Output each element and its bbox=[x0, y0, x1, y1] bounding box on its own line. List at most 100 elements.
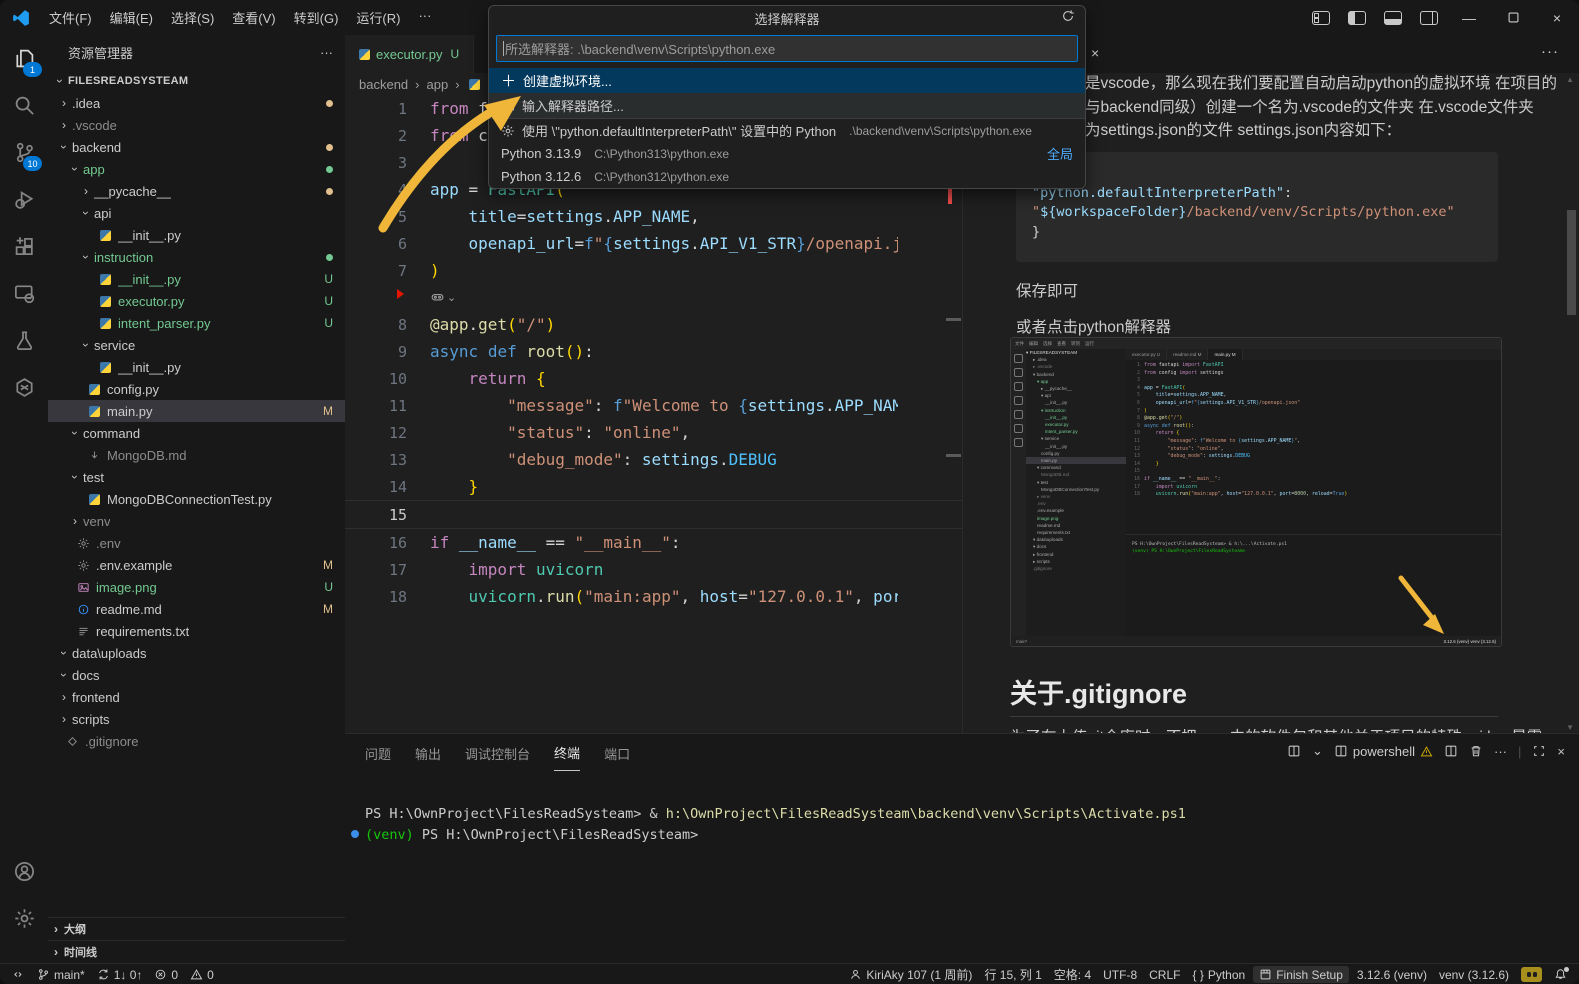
scrollbar-dash[interactable] bbox=[946, 318, 961, 321]
tree-item-service[interactable]: ›service bbox=[48, 334, 345, 356]
status-warning-0[interactable]: 0 bbox=[184, 964, 220, 984]
refresh-icon[interactable] bbox=[1061, 9, 1075, 23]
quick-pick-item-4[interactable]: Python 3.12.6C:\Python312\python.exe bbox=[489, 165, 1085, 188]
tree-item-.vscode[interactable]: ›.vscode bbox=[48, 114, 345, 136]
tree-item-image.png[interactable]: image.pngU bbox=[48, 576, 345, 598]
panel-tab-调试控制台[interactable]: 调试控制台 bbox=[465, 736, 530, 771]
status-item-4[interactable]: 空格: 4 bbox=[1048, 964, 1097, 984]
status-bell-[interactable] bbox=[1548, 964, 1573, 984]
tree-item-test[interactable]: ›test bbox=[48, 466, 345, 488]
tree-item-__pycache__[interactable]: ›__pycache__ bbox=[48, 180, 345, 202]
status-item-venv3126[interactable]: venv (3.12.6) bbox=[1433, 964, 1515, 984]
menu-选择(S)[interactable]: 选择(S) bbox=[162, 4, 223, 31]
tree-item-.env.example[interactable]: .env.exampleM bbox=[48, 554, 345, 576]
activity-run-debug-icon[interactable] bbox=[0, 176, 48, 223]
status-remote-[interactable] bbox=[6, 964, 31, 984]
tree-item-.idea[interactable]: ›.idea bbox=[48, 92, 345, 114]
kill-terminal-icon[interactable] bbox=[1469, 744, 1483, 758]
tree-root[interactable]: ›FILESREADSYSTEAM bbox=[48, 70, 345, 92]
tree-item-executor.py[interactable]: executor.pyU bbox=[48, 290, 345, 312]
customize-layout-icon[interactable] bbox=[1312, 11, 1330, 25]
split-terminal-icon[interactable] bbox=[1444, 744, 1458, 758]
tree-item-.env[interactable]: .env bbox=[48, 532, 345, 554]
activity-explorer-icon[interactable]: 1 bbox=[0, 35, 48, 82]
global-link[interactable]: 全局 bbox=[1047, 144, 1073, 163]
maximize-button[interactable] bbox=[1491, 0, 1535, 35]
explorer-more-icon[interactable]: ··· bbox=[320, 45, 333, 60]
minimize-button[interactable]: — bbox=[1447, 0, 1491, 35]
activity-source-control-icon[interactable]: 10 bbox=[0, 129, 48, 176]
quick-pick-item-2[interactable]: 使用 \"python.defaultInterpreterPath\" 设置中… bbox=[489, 118, 1085, 142]
chevron-down-icon[interactable]: ⌄ bbox=[1312, 743, 1323, 759]
tree-item-main.py[interactable]: main.pyM bbox=[48, 400, 345, 422]
status-person-KiriAky1071[interactable]: KiriAky 107 (1 周前) bbox=[843, 964, 978, 984]
activity-tools-icon[interactable] bbox=[0, 364, 48, 411]
status-item-CRLF[interactable]: CRLF bbox=[1143, 964, 1186, 984]
tree-item-backend[interactable]: ›backend bbox=[48, 136, 345, 158]
activity-account-icon[interactable] bbox=[0, 848, 48, 895]
quick-pick-item-1[interactable]: 输入解释器路径... bbox=[489, 93, 1085, 118]
copilot-codelens[interactable]: ⌄ bbox=[407, 290, 456, 305]
panel-tab-输出[interactable]: 输出 bbox=[415, 736, 441, 771]
status-copilot-[interactable] bbox=[1515, 964, 1548, 984]
activity-settings-icon[interactable] bbox=[0, 895, 48, 942]
preview-tab-close-icon[interactable]: × bbox=[1091, 45, 1099, 61]
preview-more-icon[interactable]: ··· bbox=[1541, 43, 1559, 60]
tree-item-intent_parser.py[interactable]: intent_parser.pyU bbox=[48, 312, 345, 334]
status-branch-main[interactable]: main* bbox=[31, 964, 91, 984]
menu-编辑(E)[interactable]: 编辑(E) bbox=[101, 4, 162, 31]
tree-item-app[interactable]: ›app bbox=[48, 158, 345, 180]
status-item-3126venv[interactable]: 3.12.6 (venv) bbox=[1351, 964, 1433, 984]
scrollbar-dash[interactable] bbox=[946, 454, 961, 457]
menu-转到(G)[interactable]: 转到(G) bbox=[285, 4, 348, 31]
tree-item-scripts[interactable]: ›scripts bbox=[48, 708, 345, 730]
refresh-icon[interactable] bbox=[1061, 9, 1075, 23]
status-sync-10[interactable]: 1↓ 0↑ bbox=[91, 964, 149, 984]
section-大纲[interactable]: ›大纲 bbox=[48, 917, 345, 940]
status-braces-Python[interactable]: { }Python bbox=[1186, 964, 1251, 984]
quick-pick-item-3[interactable]: Python 3.13.9C:\Python313\python.exe全局 bbox=[489, 142, 1085, 165]
tree-item-.gitignore[interactable]: .gitignore bbox=[48, 730, 345, 752]
tab-executor-py[interactable]: executor.py U bbox=[345, 35, 474, 73]
toggle-sidebar-icon[interactable] bbox=[1348, 11, 1366, 25]
activity-testing-icon[interactable] bbox=[0, 317, 48, 364]
close-panel-icon[interactable]: × bbox=[1557, 744, 1565, 759]
scroll-up-icon[interactable]: ▲ bbox=[1566, 75, 1574, 84]
close-button[interactable]: × bbox=[1535, 0, 1579, 35]
tree-item-frontend[interactable]: ›frontend bbox=[48, 686, 345, 708]
menu-文件(F)[interactable]: 文件(F) bbox=[40, 4, 101, 31]
scroll-down-icon[interactable]: ▼ bbox=[1566, 723, 1574, 732]
panel-tab-端口[interactable]: 端口 bbox=[604, 736, 630, 771]
tree-item-datauploads[interactable]: ›data\uploads bbox=[48, 642, 345, 664]
tree-item-command[interactable]: ›command bbox=[48, 422, 345, 444]
preview-scrollbar[interactable] bbox=[1567, 210, 1576, 315]
tree-item-requirements.txt[interactable]: requirements.txt bbox=[48, 620, 345, 642]
tree-item-docs[interactable]: ›docs bbox=[48, 664, 345, 686]
breadcrumb-item[interactable]: backend bbox=[359, 77, 408, 92]
tree-item-MongoDB.md[interactable]: MongoDB.md bbox=[48, 444, 345, 466]
toggle-secondary-sidebar-icon[interactable] bbox=[1420, 11, 1438, 25]
status-item-UTF8[interactable]: UTF-8 bbox=[1097, 964, 1143, 984]
menu-查看(V)[interactable]: 查看(V) bbox=[223, 4, 284, 31]
tree-item-venv[interactable]: ›venv bbox=[48, 510, 345, 532]
tree-item-__init__.py[interactable]: __init__.py bbox=[48, 356, 345, 378]
menu-overflow[interactable]: ··· bbox=[409, 4, 440, 31]
status-error-0[interactable]: 0 bbox=[148, 964, 184, 984]
new-terminal-split-icon[interactable] bbox=[1287, 744, 1301, 758]
status-item-151[interactable]: 行 15, 列 1 bbox=[978, 964, 1047, 984]
panel-tab-终端[interactable]: 终端 bbox=[554, 735, 580, 771]
command-decoration-dot[interactable] bbox=[351, 830, 359, 838]
menu-运行(R)[interactable]: 运行(R) bbox=[347, 4, 409, 31]
tree-item-readme.md[interactable]: readme.mdM bbox=[48, 598, 345, 620]
status-setup-FinishSetup[interactable]: Finish Setup bbox=[1253, 966, 1349, 983]
section-时间线[interactable]: ›时间线 bbox=[48, 940, 345, 963]
tree-item-instruction[interactable]: ›instruction bbox=[48, 246, 345, 268]
maximize-panel-icon[interactable] bbox=[1532, 744, 1546, 758]
tree-item-MongoDBConnectionTest.py[interactable]: MongoDBConnectionTest.py bbox=[48, 488, 345, 510]
tree-item-__init__.py[interactable]: __init__.pyU bbox=[48, 268, 345, 290]
toggle-panel-icon[interactable] bbox=[1384, 11, 1402, 25]
quick-pick-item-0[interactable]: ＋创建虚拟环境... bbox=[489, 68, 1085, 93]
tree-item-__init__.py[interactable]: __init__.py bbox=[48, 224, 345, 246]
more-actions-icon[interactable]: ··· bbox=[1494, 744, 1507, 759]
panel-tab-问题[interactable]: 问题 bbox=[365, 736, 391, 771]
